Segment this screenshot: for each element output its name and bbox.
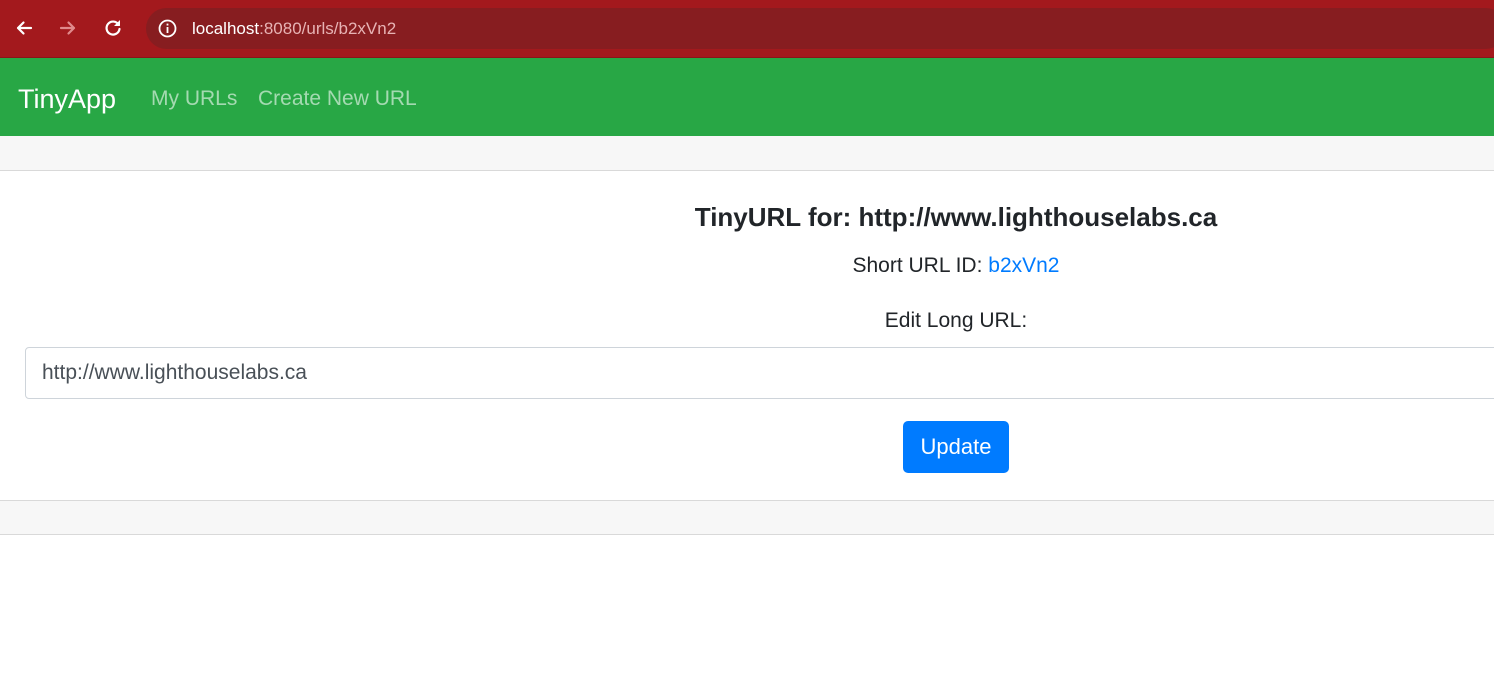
info-icon[interactable] xyxy=(158,19,177,38)
nav-create-new-url-link[interactable]: Create New URL xyxy=(258,86,417,112)
short-url-id-link[interactable]: b2xVn2 xyxy=(988,254,1059,277)
card-footer-strip xyxy=(0,500,1494,535)
nav-my-urls-link[interactable]: My URLs xyxy=(151,86,237,112)
app-navbar: TinyApp My URLs Create New URL xyxy=(0,58,1494,136)
edit-long-url-label: Edit Long URL: xyxy=(884,309,1028,332)
short-url-label: Short URL ID: xyxy=(852,254,983,277)
card-header-strip xyxy=(0,136,1494,171)
brand-link[interactable]: TinyApp xyxy=(18,83,116,115)
forward-arrow-icon[interactable] xyxy=(54,14,82,42)
short-url-line: Short URL ID: b2xVn2 xyxy=(420,253,1492,279)
address-bar[interactable]: localhost:8080/urls/b2xVn2 xyxy=(146,8,1494,49)
update-button[interactable]: Update xyxy=(903,421,1009,473)
url-text: localhost:8080/urls/b2xVn2 xyxy=(192,19,396,39)
reload-icon[interactable] xyxy=(99,14,127,42)
back-arrow-icon[interactable] xyxy=(10,14,38,42)
long-url-input[interactable] xyxy=(25,347,1494,399)
url-path: :8080/urls/b2xVn2 xyxy=(259,19,397,38)
page-title: TinyURL for: http://www.lighthouselabs.c… xyxy=(694,202,1218,232)
browser-toolbar: localhost:8080/urls/b2xVn2 xyxy=(0,0,1494,58)
url-host: localhost xyxy=(192,19,260,38)
